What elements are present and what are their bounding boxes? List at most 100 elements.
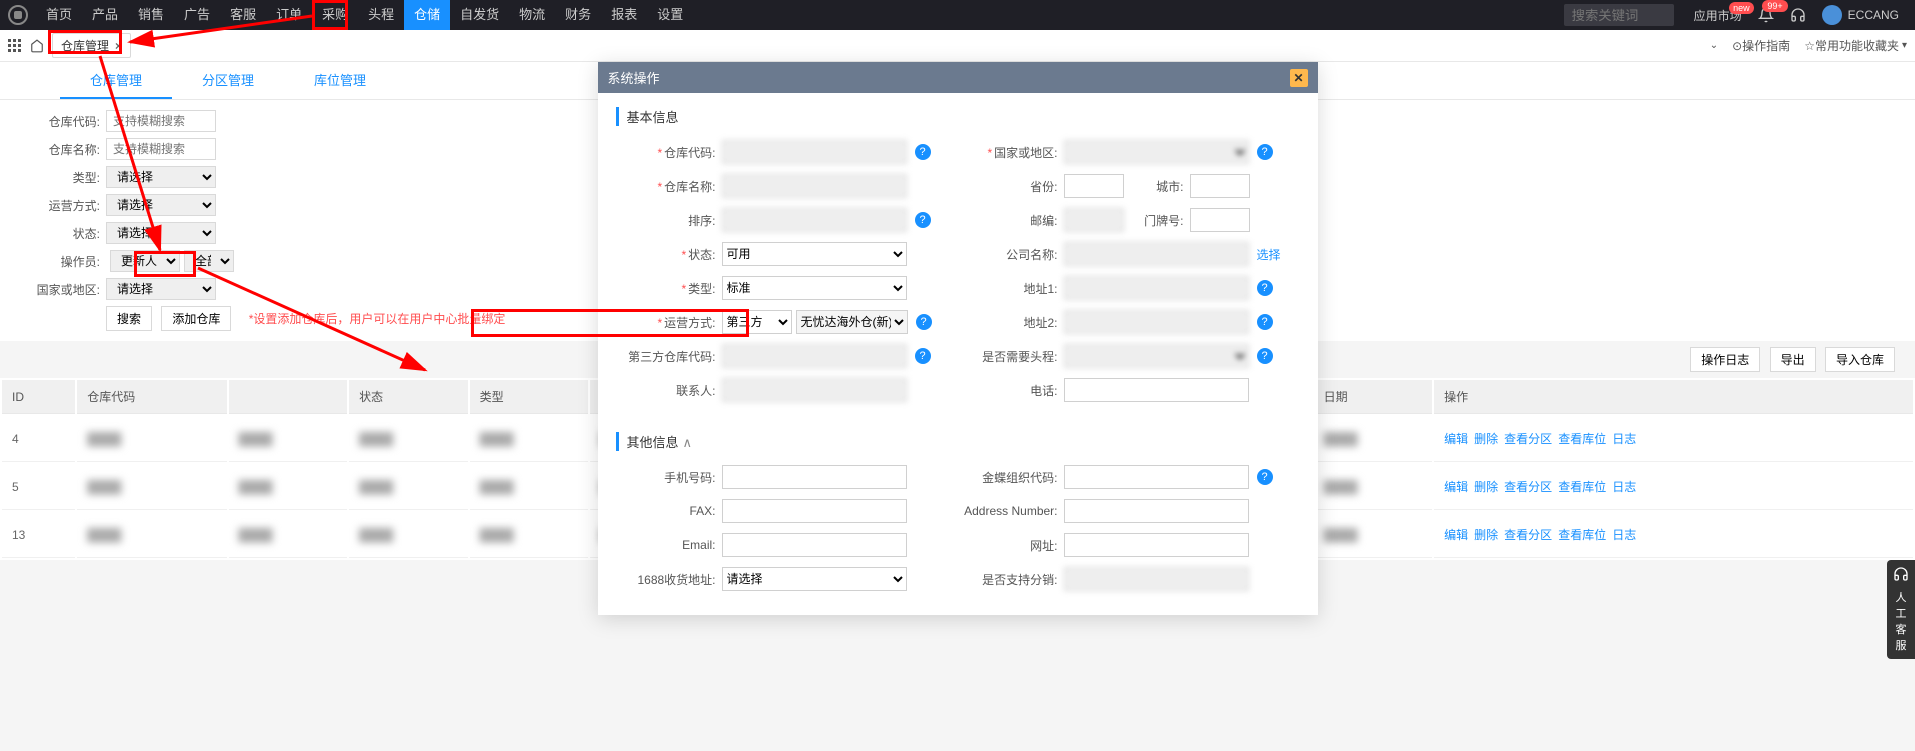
form-label: Address Number: xyxy=(958,504,1058,518)
form-input-sort[interactable] xyxy=(722,208,907,232)
help-icon[interactable]: ? xyxy=(916,314,932,330)
form-row-contact: 联系人: xyxy=(616,378,948,402)
form-input-province_city-2[interactable] xyxy=(1190,174,1250,198)
form-input-website[interactable] xyxy=(1064,533,1249,557)
help-icon[interactable]: ? xyxy=(1257,469,1273,485)
form-row-province_city: 省份:城市: xyxy=(958,174,1290,198)
form-select-addr1688[interactable]: 请选择 xyxy=(722,567,907,591)
help-icon[interactable]: ? xyxy=(915,212,931,228)
form-row-addr1688: 1688收货地址:请选择 xyxy=(616,567,948,591)
form-input-thirdcode[interactable] xyxy=(722,344,907,368)
nav-item-5[interactable]: 订单 xyxy=(266,0,312,30)
nav-item-9[interactable]: 自发货 xyxy=(450,0,509,30)
app-logo xyxy=(8,5,28,25)
form-input-zip_door-1[interactable] xyxy=(1064,208,1124,232)
nav-item-3[interactable]: 广告 xyxy=(174,0,220,30)
form-input-email[interactable] xyxy=(722,533,907,557)
form-input-company[interactable] xyxy=(1064,242,1249,266)
help-icon[interactable]: ? xyxy=(1257,280,1273,296)
form-input-phone[interactable] xyxy=(1064,378,1249,402)
form-row-addr2: 地址2:? xyxy=(958,310,1290,334)
page-tabs-row: 仓库管理 × ⌄ ⊙ 操作指南 ☆ 常用功能收藏夹▾ xyxy=(0,30,1915,62)
nav-item-11[interactable]: 财务 xyxy=(555,0,601,30)
user-avatar xyxy=(1822,5,1842,25)
nav-item-6[interactable]: 采购 xyxy=(312,0,358,30)
select-link[interactable]: 选择 xyxy=(1257,246,1281,263)
help-icon[interactable]: ? xyxy=(1257,348,1273,364)
form-row-kingdee: 金蝶组织代码:? xyxy=(958,465,1290,489)
form-select-headneeded[interactable] xyxy=(1064,344,1249,368)
nav-item-10[interactable]: 物流 xyxy=(509,0,555,30)
app-market-link[interactable]: 应用市场 new xyxy=(1686,0,1750,30)
form-label: 金蝶组织代码: xyxy=(958,469,1058,486)
section-basic-info: 基本信息 xyxy=(616,107,1300,126)
form-input-addrnum[interactable] xyxy=(1064,499,1249,523)
form-label: *国家或地区: xyxy=(958,144,1058,161)
form-input-mobile[interactable] xyxy=(722,465,907,489)
form-label: 城市: xyxy=(1124,178,1184,195)
form-input-kingdee[interactable] xyxy=(1064,465,1249,489)
nav-item-7[interactable]: 头程 xyxy=(358,0,404,30)
form-row-type: *类型: 标准 xyxy=(616,276,948,300)
nav-item-13[interactable]: 设置 xyxy=(647,0,693,30)
home-icon[interactable] xyxy=(30,39,44,53)
help-icon[interactable]: ? xyxy=(1257,144,1273,160)
form-label: 门牌号: xyxy=(1124,212,1184,229)
nav-item-2[interactable]: 销售 xyxy=(128,0,174,30)
form-input-addr1[interactable] xyxy=(1064,276,1249,300)
help-icon[interactable]: ? xyxy=(915,348,931,364)
modal-close-button[interactable]: ✕ xyxy=(1290,69,1308,87)
help-icon[interactable]: ? xyxy=(915,144,931,160)
form-select-type[interactable]: 标准 xyxy=(722,276,907,300)
form-row-addr1: 地址1:? xyxy=(958,276,1290,300)
form-label: 第三方仓库代码: xyxy=(616,348,716,365)
help-icon[interactable]: ? xyxy=(1257,314,1273,330)
section-other-info[interactable]: 其他信息∧ xyxy=(616,432,1300,451)
nav-item-4[interactable]: 客服 xyxy=(220,0,266,30)
form-label: 地址2: xyxy=(958,314,1058,331)
support-button[interactable] xyxy=(1782,0,1814,30)
form-input-contact[interactable] xyxy=(722,378,907,402)
tab-label: 仓库管理 xyxy=(61,37,109,54)
global-search-input[interactable] xyxy=(1564,4,1674,26)
form-input-fax[interactable] xyxy=(722,499,907,523)
top-navbar: 首页产品销售广告客服订单采购头程仓储自发货物流财务报表设置 应用市场 new 9… xyxy=(0,0,1915,30)
form-row-sort: 排序:? xyxy=(616,208,948,232)
form-input-zip_door-2[interactable] xyxy=(1190,208,1250,232)
favorites-link[interactable]: ☆ 常用功能收藏夹▾ xyxy=(1804,37,1907,54)
modal-title: 系统操作 xyxy=(608,68,1290,87)
form-input-distrib[interactable] xyxy=(1064,567,1249,591)
username-label: ECCANG xyxy=(1848,8,1899,22)
form-row-phone: 电话: xyxy=(958,378,1290,402)
form-select-country[interactable] xyxy=(1064,140,1249,164)
system-operation-modal: 系统操作 ✕ 基本信息 *仓库代码:?*仓库名称:排序:?*状态:可用*类型:标… xyxy=(598,62,1318,615)
nav-item-12[interactable]: 报表 xyxy=(601,0,647,30)
modal-body: 基本信息 *仓库代码:?*仓库名称:排序:?*状态:可用*类型:标准*运营方式:… xyxy=(598,93,1318,615)
form-row-email: Email: xyxy=(616,533,948,557)
form-select-opmode-1[interactable]: 第三方 xyxy=(722,310,792,334)
form-row-mobile: 手机号码: xyxy=(616,465,948,489)
form-row-status: *状态:可用 xyxy=(616,242,948,266)
form-input-province_city-1[interactable] xyxy=(1064,174,1124,198)
form-input-code[interactable] xyxy=(722,140,907,164)
form-select-opmode-2[interactable]: 无忧达海外仓(新) xyxy=(796,310,908,334)
form-input-addr2[interactable] xyxy=(1064,310,1249,334)
form-label: *仓库代码: xyxy=(616,144,716,161)
user-menu[interactable]: ECCANG xyxy=(1814,0,1907,30)
notifications-button[interactable]: 99+ xyxy=(1750,0,1782,30)
collapse-icon: ∧ xyxy=(683,435,693,450)
page-tab-warehouse-mgmt[interactable]: 仓库管理 × xyxy=(52,33,131,58)
tab-close-icon[interactable]: × xyxy=(115,39,122,53)
nav-item-0[interactable]: 首页 xyxy=(36,0,82,30)
form-input-name[interactable] xyxy=(722,174,907,198)
form-label: *类型: xyxy=(616,280,716,297)
collapse-toggle[interactable]: ⌄ xyxy=(1707,40,1718,51)
customer-service-float[interactable]: 人工客服 xyxy=(1887,560,1915,659)
nav-item-1[interactable]: 产品 xyxy=(82,0,128,30)
nav-item-8[interactable]: 仓储 xyxy=(404,0,450,30)
form-select-status[interactable]: 可用 xyxy=(722,242,907,266)
apps-grid-icon[interactable] xyxy=(8,39,22,53)
operation-guide-link[interactable]: ⊙ 操作指南 xyxy=(1732,37,1790,54)
form-label: 联系人: xyxy=(616,382,716,399)
form-label: 手机号码: xyxy=(616,469,716,486)
